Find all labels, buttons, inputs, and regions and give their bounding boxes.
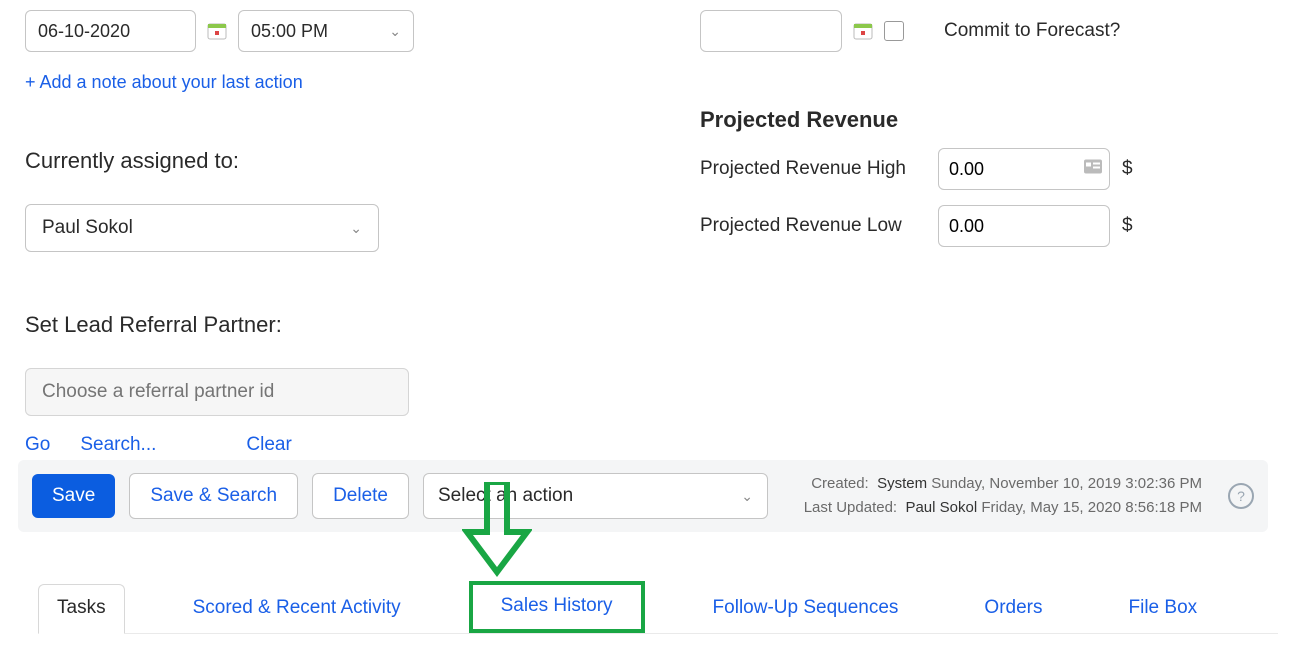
commit-date-input[interactable] — [700, 10, 842, 52]
tab-sales-history[interactable]: Sales History — [469, 581, 645, 633]
delete-button[interactable]: Delete — [312, 473, 409, 519]
chevron-down-icon: ⌄ — [389, 23, 401, 40]
currency-symbol: $ — [1122, 215, 1133, 237]
time-value: 05:00 PM — [251, 21, 328, 42]
card-icon — [1084, 160, 1102, 179]
assigned-to-label: Currently assigned to: — [25, 148, 645, 174]
projected-revenue-heading: Projected Revenue — [700, 107, 1290, 133]
referral-clear-link[interactable]: Clear — [246, 434, 291, 456]
action-bar: Save Save & Search Delete Select an acti… — [18, 460, 1268, 532]
updated-by: Paul Sokol — [905, 499, 977, 516]
updated-label: Last Updated: — [804, 499, 897, 516]
action-select[interactable]: Select an action ⌄ — [423, 473, 768, 519]
save-button[interactable]: Save — [32, 474, 115, 518]
referral-go-link[interactable]: Go — [25, 434, 50, 456]
action-select-label: Select an action — [438, 485, 573, 507]
created-when: Sunday, November 10, 2019 3:02:36 PM — [931, 475, 1202, 492]
tab-file-box[interactable]: File Box — [1111, 585, 1216, 633]
tabs: Tasks Scored & Recent Activity Sales His… — [38, 578, 1278, 634]
commit-forecast-label: Commit to Forecast? — [944, 20, 1120, 42]
currency-symbol: $ — [1122, 158, 1133, 180]
add-note-link[interactable]: + Add a note about your last action — [25, 72, 303, 93]
save-search-button[interactable]: Save & Search — [129, 473, 298, 519]
projected-low-input[interactable] — [938, 205, 1110, 247]
projected-high-label: Projected Revenue High — [700, 158, 926, 180]
tab-follow-up-sequences[interactable]: Follow-Up Sequences — [695, 585, 917, 633]
updated-when: Friday, May 15, 2020 8:56:18 PM — [981, 499, 1202, 516]
assigned-to-select[interactable]: Paul Sokol ⌄ — [25, 204, 379, 252]
tab-orders[interactable]: Orders — [966, 585, 1060, 633]
commit-forecast-checkbox[interactable] — [884, 21, 904, 41]
projected-low-label: Projected Revenue Low — [700, 215, 926, 237]
date-input[interactable] — [25, 10, 196, 52]
referral-search-link[interactable]: Search... — [80, 434, 156, 456]
time-select[interactable]: 05:00 PM ⌄ — [238, 10, 414, 52]
help-icon[interactable]: ? — [1228, 483, 1254, 509]
chevron-down-icon: ⌄ — [350, 220, 362, 237]
created-label: Created: — [811, 475, 869, 492]
referral-partner-input[interactable] — [25, 368, 409, 416]
tab-scored-recent-activity[interactable]: Scored & Recent Activity — [175, 585, 419, 633]
chevron-down-icon: ⌄ — [741, 488, 753, 505]
calendar-icon[interactable] — [206, 20, 228, 42]
tab-tasks[interactable]: Tasks — [38, 584, 125, 634]
referral-partner-label: Set Lead Referral Partner: — [25, 312, 645, 338]
assigned-to-value: Paul Sokol — [42, 217, 133, 239]
created-by: System — [877, 475, 927, 492]
calendar-icon[interactable] — [852, 20, 874, 42]
record-meta: Created: System Sunday, November 10, 201… — [804, 472, 1202, 520]
